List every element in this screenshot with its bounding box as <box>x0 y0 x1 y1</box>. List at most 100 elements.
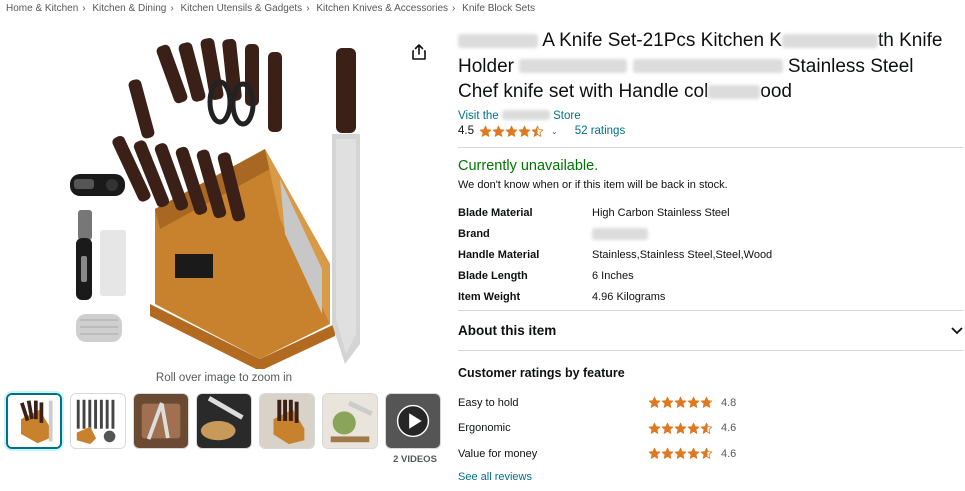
redacted-text <box>708 84 761 99</box>
feature-stars <box>648 447 713 460</box>
redacted-text <box>632 59 783 74</box>
star-icon <box>661 396 674 409</box>
star-icon <box>479 125 492 137</box>
store-link[interactable]: Visit the Store <box>458 109 963 123</box>
spec-key: Blade Length <box>458 269 528 282</box>
feature-score: 4.8 <box>721 396 737 409</box>
star-icon <box>674 447 687 460</box>
feature-score: 4.6 <box>721 422 737 435</box>
title-text: th Knife <box>877 30 943 51</box>
spec-row: Handle Material Stainless,Stainless Stee… <box>458 244 772 265</box>
spec-value: 6 Inches <box>592 269 634 282</box>
breadcrumb-separator: › <box>306 3 310 14</box>
thumbnail-2[interactable] <box>70 393 126 449</box>
thumbnail-3[interactable] <box>133 393 189 449</box>
spec-row: Blade Length 6 Inches <box>458 265 772 286</box>
star-icon <box>687 447 700 460</box>
redacted-text <box>592 227 648 240</box>
rating-summary: 4.5 ⌄ 52 ratings <box>458 124 963 139</box>
feature-name: Ergonomic <box>458 422 511 435</box>
product-title: A Knife Set-21Pcs Kitchen K th Knife Hold… <box>458 28 963 105</box>
redacted-text <box>519 59 628 74</box>
star-icon <box>700 396 713 409</box>
breadcrumb-separator: › <box>452 3 456 14</box>
finger-guard-image <box>76 314 122 342</box>
availability-status: Currently unavailable. <box>458 158 599 174</box>
feature-stars <box>648 422 713 435</box>
knife-sharpener-image <box>70 174 125 196</box>
thumbnail-4[interactable] <box>196 393 252 449</box>
title-text: Holder <box>458 55 514 77</box>
chef-knife-image <box>332 48 360 364</box>
peeler-image <box>76 210 92 300</box>
redacted-text <box>781 33 878 48</box>
spec-value: Stainless,Stainless Steel,Steel,Wood <box>592 248 773 261</box>
spec-key: Blade Material <box>458 206 533 219</box>
star-icon <box>700 447 713 460</box>
availability: Currently unavailable. We don't know whe… <box>458 158 728 191</box>
star-icon <box>661 422 674 434</box>
breadcrumb: Home & Kitchen › Kitchen & Dining › Kitche… <box>6 3 535 14</box>
feature-ratings-title: Customer ratings by feature <box>458 366 625 380</box>
redacted-text <box>501 110 550 121</box>
star-icon <box>674 422 687 434</box>
see-all-reviews-link[interactable]: See all reviews <box>458 471 758 483</box>
breadcrumb-knife-block-sets[interactable]: Knife Block Sets <box>462 3 535 14</box>
main-product-image[interactable] <box>60 24 390 371</box>
thumbnail-1[interactable] <box>6 393 62 449</box>
spec-key: Brand <box>458 227 490 240</box>
product-specs: Blade Material High Carbon Stainless Ste… <box>458 202 772 307</box>
star-icon <box>661 447 674 460</box>
spec-key: Item Weight <box>458 290 521 303</box>
star-icon <box>518 125 531 137</box>
thumbnail-video[interactable] <box>385 393 441 449</box>
divider <box>458 310 963 311</box>
breadcrumb-separator: › <box>170 3 174 14</box>
product-info: A Knife Set-21Pcs Kitchen K th Knife Hold… <box>458 28 963 139</box>
spec-key: Handle Material <box>458 248 540 261</box>
zoom-hint: Roll over image to zoom in <box>155 372 293 384</box>
star-icon <box>687 422 700 434</box>
availability-note: We don't know when or if this item will … <box>458 179 728 191</box>
spec-row: Brand <box>458 223 772 244</box>
star-icon <box>648 447 661 460</box>
rating-value: 4.5 <box>458 124 474 137</box>
ratings-count-link[interactable]: 52 ratings <box>575 124 626 139</box>
divider <box>458 350 963 351</box>
blade-guard-image <box>100 230 126 296</box>
star-icon <box>700 422 713 434</box>
star-icon <box>505 125 518 137</box>
divider <box>458 147 963 148</box>
about-this-item-toggle[interactable]: About this item <box>458 323 963 338</box>
about-title: About this item <box>458 323 557 338</box>
share-icon[interactable] <box>410 43 428 61</box>
feature-ratings: Customer ratings by feature Easy to hold… <box>458 366 758 483</box>
star-icon <box>531 125 544 137</box>
title-text: A Knife Set-21Pcs Kitchen K <box>542 30 782 51</box>
redacted-text <box>458 33 538 48</box>
breadcrumb-kitchen-dining[interactable]: Kitchen & Dining <box>92 3 166 14</box>
video-count-label: 2 VIDEOS <box>393 454 437 465</box>
spec-value: High Carbon Stainless Steel <box>592 206 730 219</box>
breadcrumb-knives-accessories[interactable]: Kitchen Knives & Accessories <box>316 3 448 14</box>
chevron-down-icon[interactable]: ⌄ <box>551 124 558 139</box>
feature-score: 4.6 <box>721 447 737 460</box>
breadcrumb-utensils-gadgets[interactable]: Kitchen Utensils & Gadgets <box>180 3 302 14</box>
feature-row: Ergonomic 4.6 <box>458 416 758 442</box>
thumbnail-6[interactable] <box>322 393 378 449</box>
star-icon <box>648 422 661 434</box>
star-icon <box>687 396 700 409</box>
spec-value: 4.96 Kilograms <box>592 290 666 303</box>
breadcrumb-home-kitchen[interactable]: Home & Kitchen <box>6 3 78 14</box>
feature-name: Easy to hold <box>458 396 519 409</box>
star-icon <box>648 396 661 409</box>
star-icon <box>492 125 505 137</box>
store-prefix: Visit the <box>458 109 499 122</box>
feature-row: Value for money 4.6 <box>458 441 758 467</box>
title-text: ood <box>760 81 792 102</box>
star-rating[interactable] <box>479 125 544 138</box>
thumbnail-5[interactable] <box>259 393 315 449</box>
feature-stars <box>648 396 713 409</box>
spec-row: Blade Material High Carbon Stainless Ste… <box>458 202 772 223</box>
store-suffix: Store <box>553 109 581 122</box>
